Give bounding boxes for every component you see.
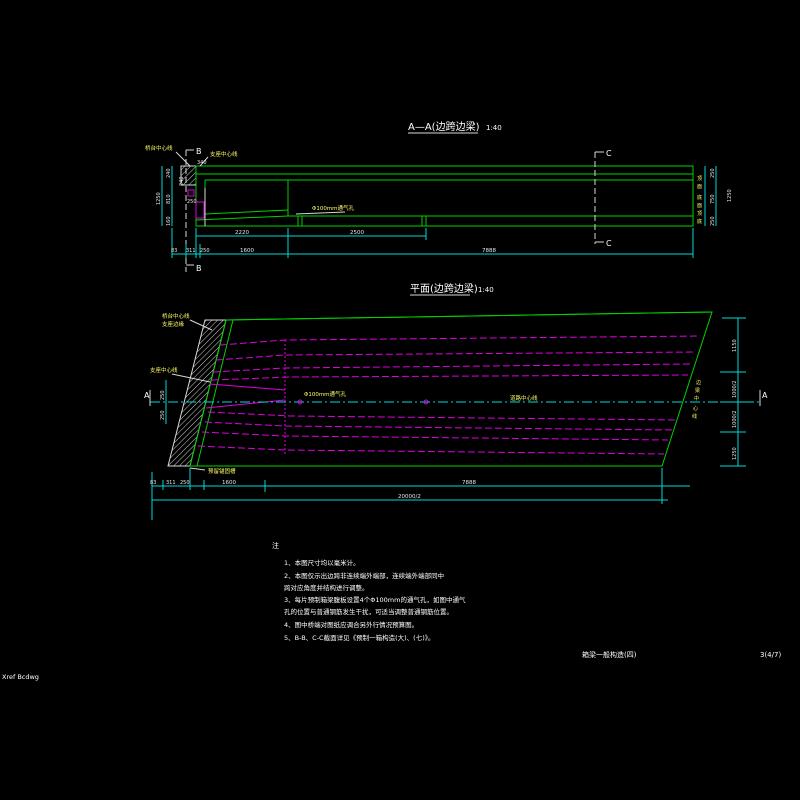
- plan-end-block-leader: [189, 467, 206, 471]
- left-dim-2: 810: [166, 194, 172, 204]
- abutment-leader: [175, 151, 191, 167]
- tendon-8: [197, 445, 665, 455]
- cut-c-label-top: C: [606, 149, 612, 158]
- left-dim-3: 160: [166, 216, 172, 226]
- right-dim-3: 250: [710, 216, 716, 226]
- cut-c-label-bottom: C: [606, 239, 612, 248]
- plan-view: 平面(边跨边梁) 1:40 A A 桥台中心线 支座边缘 支座中心线 预留锚固槽…: [144, 282, 768, 520]
- tendon-7: [201, 431, 669, 441]
- note-2: 2、本图仅示出边跨非连续端外端部，连续端外端部同中: [284, 571, 444, 580]
- tendon-6: [204, 421, 673, 431]
- notes-heading: 注: [272, 541, 279, 550]
- bottom-row2-1: 311: [186, 248, 196, 254]
- right-label-5: 底: [697, 218, 702, 225]
- plan-bottom-2: 250: [180, 480, 190, 486]
- right-label-4: 顶: [697, 211, 702, 217]
- plan-left-dim-1: 250: [160, 410, 166, 420]
- plan-bottom-1: 311: [166, 480, 176, 486]
- cut-a-left: A: [144, 391, 150, 400]
- plan-bottom-3: 1600: [222, 480, 236, 486]
- bottom-row2-2: 250: [200, 248, 210, 254]
- tendon-4: [211, 374, 689, 381]
- drawing-canvas: A—A(边跨边梁) 1:40 B B C C 桥台中心线 支座中心线 Φ100m…: [2, 120, 781, 681]
- taper-line: [204, 209, 289, 215]
- bottom-dim-1: 2500: [350, 230, 364, 236]
- plan-right-v-4: 线: [692, 413, 697, 420]
- plan-right-dim-2: 1000/2: [732, 410, 738, 428]
- bottom-taper: [195, 215, 289, 221]
- plan-right-v-2: 中: [694, 395, 699, 402]
- drawing-title: 箱梁一般构造(四): [582, 650, 637, 659]
- bearing-end: [195, 201, 205, 219]
- plan-scale: 1:40: [478, 286, 494, 294]
- right-label-1: 面: [697, 184, 702, 190]
- sheet-number: 3(4/7): [760, 651, 781, 659]
- bottom-dim-0: 2220: [235, 230, 249, 236]
- abutment-line-label: 桥台中心线: [145, 144, 173, 152]
- section-view: A—A(边跨边梁) 1:40 B B C C 桥台中心线 支座中心线 Φ100m…: [145, 120, 733, 273]
- left-inner-dim: 250: [187, 199, 197, 205]
- right-dim-1: 250: [710, 168, 716, 178]
- plan-abutment-label: 桥台中心线: [162, 312, 190, 320]
- right-dim-0: 1250: [727, 189, 733, 202]
- tendon-1: [219, 335, 701, 346]
- plan-right-dim-3: 1250: [732, 447, 738, 460]
- plan-bottom-0: 83: [150, 480, 156, 486]
- section-scale: 1:40: [486, 124, 502, 132]
- bottom-row2-4: 7888: [482, 248, 496, 254]
- plan-right-v-1: 梁: [695, 387, 700, 394]
- bearing-top: [187, 189, 195, 197]
- plan-abutment-hatch: [167, 319, 227, 467]
- plan-top-edge: [225, 311, 713, 321]
- note-2b: 跨对应角度并结构进行调整。: [284, 583, 369, 592]
- cut-a-right: A: [762, 391, 768, 400]
- cut-b-label-top: B: [196, 147, 202, 156]
- tendon-2: [215, 351, 696, 361]
- plan-left-dim-0: 250: [160, 390, 166, 400]
- right-label-3: 面: [697, 203, 702, 209]
- left-dim-4: 240: [179, 176, 185, 186]
- left-dim-1: 240: [166, 168, 172, 178]
- right-label-0: 顶: [697, 176, 702, 182]
- plan-pipe-label: Φ100mm通气孔: [304, 390, 347, 398]
- note-1: 1、本图尺寸均以毫米计。: [284, 558, 360, 567]
- support-line-label: 支座中心线: [210, 150, 238, 158]
- top-dim: 340: [197, 160, 207, 166]
- cut-b-label-bottom: B: [196, 264, 202, 273]
- tendon-flare-2: [205, 399, 286, 409]
- plan-bottom-row2-0: 20000/2: [398, 494, 421, 500]
- plan-bottom-4: 7888: [462, 480, 476, 486]
- xref-label: Xref Bcdwg: [2, 673, 39, 681]
- bottom-row2-3: 1600: [240, 248, 254, 254]
- plan-right-v-0: 边: [696, 379, 701, 386]
- bottom-row2-0: 83: [171, 248, 177, 254]
- right-dim-2: 750: [710, 194, 716, 204]
- note-3b: 孔的位置与普通钢筋发生干扰，可适当调整普通钢筋位置。: [284, 607, 453, 616]
- tendon-5: [207, 411, 677, 421]
- note-4: 4、图中桥端对图纸应调合另外行情况预算图。: [284, 620, 418, 629]
- section-title: A—A(边跨边梁): [408, 120, 480, 133]
- notes-block: 注 1、本图尺寸均以毫米计。 2、本图仅示出边跨非连续端外端部，连续端外端部同中…: [272, 541, 466, 642]
- plan-support-line-label: 支座中心线: [150, 366, 178, 374]
- pipe-leader: [295, 211, 346, 215]
- note-5: 5、B-B、C-C截面详见《预制一箱构造(大)、(七)》。: [284, 633, 434, 642]
- plan-right-dim-0: 1150: [732, 339, 738, 352]
- plan-center-label: 道路中心线: [510, 394, 538, 402]
- plan-support-edge-label: 支座边缘: [162, 320, 185, 328]
- tendon-flare-1: [209, 383, 286, 391]
- plan-right-v-3: 心: [693, 405, 698, 412]
- section-pipe-label: Φ100mm通气孔: [312, 204, 355, 212]
- title-block: 箱梁一般构造(四) 3(4/7) Xref Bcdwg: [2, 650, 781, 681]
- plan-title: 平面(边跨边梁): [410, 282, 478, 295]
- plan-right-dim-1: 1000/2: [732, 380, 738, 398]
- note-3: 3、每片预制箱梁腹板设置4个Φ100mm的通气孔，如图中通气: [284, 595, 466, 604]
- plan-end-block-label: 预留锚固槽: [208, 467, 236, 475]
- left-dim-0: 1250: [156, 192, 162, 205]
- right-label-2: 底: [697, 194, 702, 201]
